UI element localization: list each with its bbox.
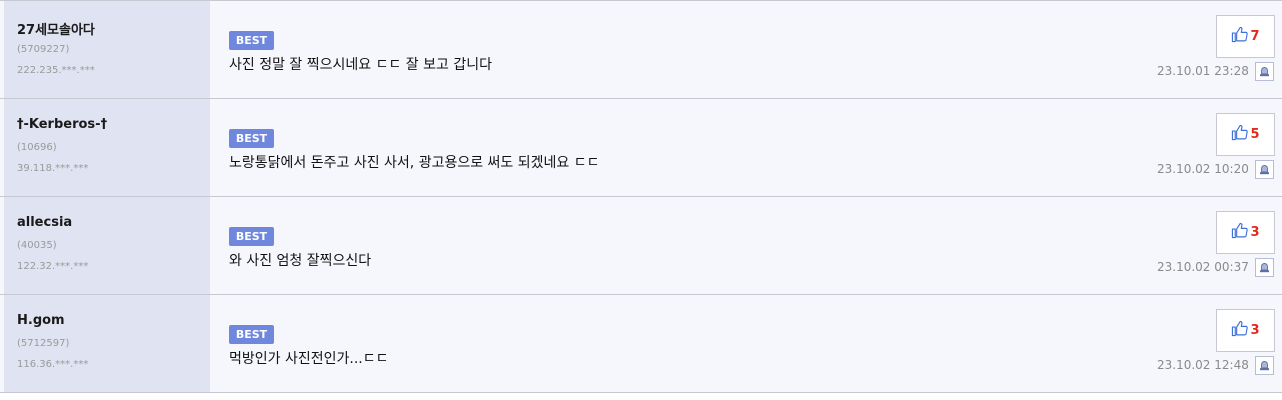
comment-ip: 39.118.***.*** — [17, 163, 89, 174]
best-badge: BEST — [229, 227, 274, 246]
comment-author-panel: 27세모솔아다 (5709227) 222.235.***.*** — [4, 1, 210, 98]
siren-icon — [1259, 356, 1270, 375]
thumbs-up-icon — [1231, 26, 1249, 47]
comment-author-panel: allecsia (40035) 122.32.***.*** — [4, 197, 210, 294]
like-count: 3 — [1250, 225, 1260, 240]
comment-text: 먹방인가 사진전인가...ㄷㄷ — [229, 351, 389, 367]
best-badge: BEST — [229, 325, 274, 344]
comment-ip: 122.32.***.*** — [17, 261, 89, 272]
thumbs-up-icon — [1231, 222, 1249, 243]
comment-nickname[interactable]: 27세모솔아다 — [17, 19, 95, 38]
comment-list: 27세모솔아다 (5709227) 222.235.***.*** BEST 사… — [0, 0, 1282, 400]
comment-ip: 222.235.***.*** — [17, 65, 95, 76]
comment-author-panel: †-Kerberos-† (10696) 39.118.***.*** — [4, 99, 210, 196]
report-button[interactable] — [1255, 258, 1274, 277]
comment-nickname[interactable]: allecsia — [17, 215, 72, 230]
comment-user-id: (5709227) — [17, 44, 70, 55]
comment-row: H.gom (5712597) 116.36.***.*** BEST 먹방인가… — [0, 295, 1282, 393]
comment-row: allecsia (40035) 122.32.***.*** BEST 와 사… — [0, 197, 1282, 295]
comment-text: 와 사진 엄청 잘찍으신다 — [229, 253, 372, 269]
comment-text: 노랑통닭에서 돈주고 사진 사서, 광고용으로 써도 되겠네요 ㄷㄷ — [229, 155, 600, 171]
siren-icon — [1259, 258, 1270, 277]
report-button[interactable] — [1255, 62, 1274, 81]
report-button[interactable] — [1255, 356, 1274, 375]
like-count: 3 — [1250, 323, 1260, 338]
like-count: 5 — [1250, 127, 1260, 142]
like-button[interactable]: 5 — [1216, 113, 1275, 156]
comment-text: 사진 정말 잘 찍으시네요 ㄷㄷ 잘 보고 갑니다 — [229, 57, 492, 73]
thumbs-up-icon — [1231, 320, 1249, 341]
like-button[interactable]: 3 — [1216, 309, 1275, 352]
comment-row: †-Kerberos-† (10696) 39.118.***.*** BEST… — [0, 99, 1282, 197]
like-button[interactable]: 7 — [1216, 15, 1275, 58]
comment-author-panel: H.gom (5712597) 116.36.***.*** — [4, 295, 210, 392]
best-badge: BEST — [229, 31, 274, 50]
comment-user-id: (40035) — [17, 240, 57, 251]
comment-ip: 116.36.***.*** — [17, 359, 89, 370]
comment-nickname[interactable]: H.gom — [17, 313, 65, 328]
report-button[interactable] — [1255, 160, 1274, 179]
comment-nickname[interactable]: †-Kerberos-† — [17, 117, 107, 132]
siren-icon — [1259, 160, 1270, 179]
comment-date: 23.10.01 23:28 — [1157, 64, 1249, 78]
comment-date: 23.10.02 12:48 — [1157, 358, 1249, 372]
like-count: 7 — [1250, 29, 1260, 44]
comment-user-id: (5712597) — [17, 338, 70, 349]
best-badge: BEST — [229, 129, 274, 148]
siren-icon — [1259, 62, 1270, 81]
comment-row: 27세모솔아다 (5709227) 222.235.***.*** BEST 사… — [0, 1, 1282, 99]
thumbs-up-icon — [1231, 124, 1249, 145]
comment-date: 23.10.02 10:20 — [1157, 162, 1249, 176]
comment-date: 23.10.02 00:37 — [1157, 260, 1249, 274]
comment-user-id: (10696) — [17, 142, 57, 153]
like-button[interactable]: 3 — [1216, 211, 1275, 254]
